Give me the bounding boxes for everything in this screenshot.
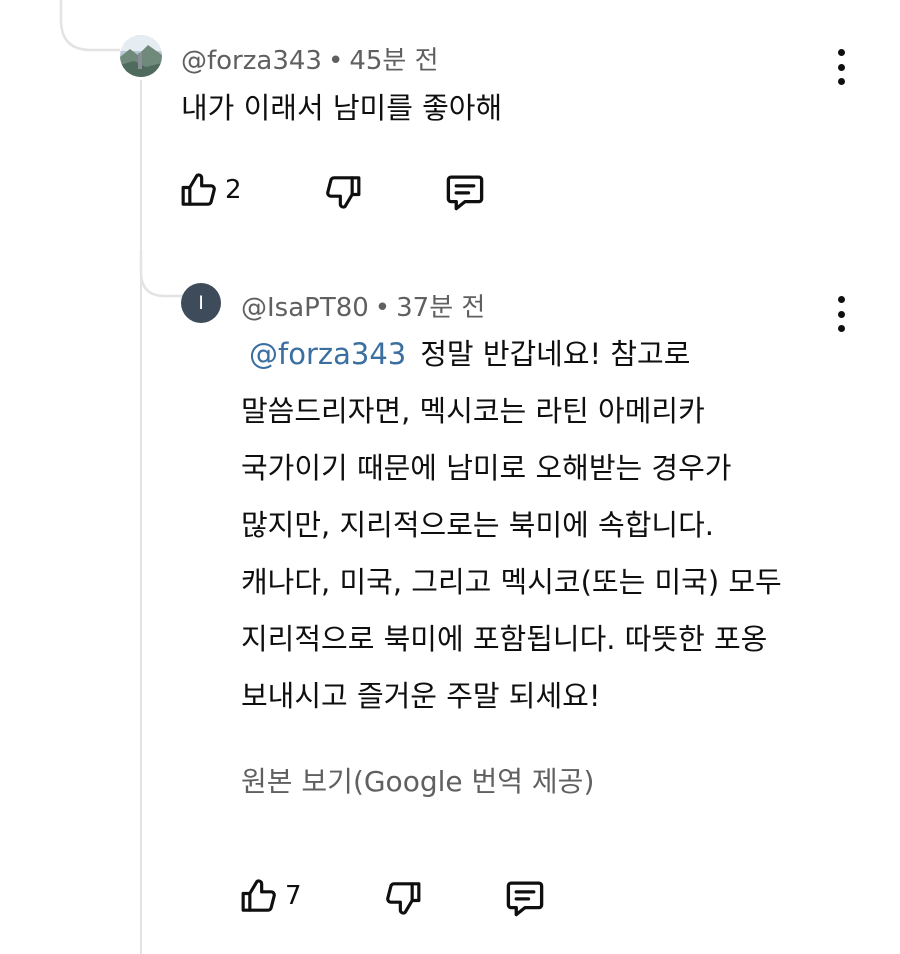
reply-line: 지리적으로 북미에 포함됩니다. 따뜻한 포옹 [241,622,768,656]
reply-line: 국가이기 때문에 남미로 오해받는 경우가 [241,451,732,485]
meta-separator: • [327,46,344,76]
thumbs-up-icon [241,879,276,912]
comment-author[interactable]: @forza343 [181,46,322,76]
reply-dislike-button[interactable] [383,878,423,918]
thumbs-up-icon [181,173,216,206]
dislike-button[interactable] [323,172,363,212]
thread-curve-top [59,0,120,52]
reply-line: 보내시고 즐거운 주말 되세요! [241,679,601,713]
comment-time[interactable]: 45분 전 [349,46,438,76]
thread-line-main [140,80,142,954]
reply-author[interactable]: @IsaPT80 [241,293,369,323]
thumbs-down-icon [386,882,421,915]
kebab-dot [837,49,845,56]
like-count: 2 [225,175,242,205]
thumbs-down-icon [326,176,361,209]
kebab-dot [837,78,845,85]
reply-line: 말씀드리자면, 멕시코는 라틴 아메리카 [241,394,705,428]
reply-line: 캐나다, 미국, 그리고 멕시코(또는 미국) 모두 [241,565,782,599]
reply-like-button[interactable]: 7 [239,876,302,916]
avatar[interactable] [120,35,162,77]
comment-meta: @forza343 • 45분 전 [181,40,439,77]
reply-meta: @IsaPT80 • 37분 전 [241,287,485,324]
comment-icon [506,881,544,917]
comment-text: 내가 이래서 남미를 좋아해 [181,91,503,125]
landscape-photo-avatar-icon [120,35,162,77]
comment-icon [446,175,484,211]
reply-reply-button[interactable] [504,877,546,919]
mention-link[interactable]: @forza343 [249,337,406,371]
kebab-dot [837,310,845,318]
meta-separator: • [374,293,391,323]
reply-line: @forza343 정말 반갑네요! 참고로 [241,326,841,383]
reply-line-text: 정말 반갑네요! 참고로 [420,337,691,371]
avatar-letter: I [198,292,204,314]
reply-time[interactable]: 37분 전 [396,293,485,323]
like-count: 7 [285,881,302,911]
like-button[interactable]: 2 [179,170,242,210]
reply-text: @forza343 정말 반갑네요! 참고로 말씀드리자면, 멕시코는 라틴 아메… [241,326,841,725]
kebab-dot [837,63,845,71]
reply-button[interactable] [444,171,486,213]
more-options-button[interactable] [826,45,856,89]
thread-curve-reply [139,250,183,298]
see-original-link[interactable]: 원본 보기(Google 번역 제공) [241,760,594,800]
reply-line: 많지만, 지리적으로는 북미에 속합니다. [241,508,714,542]
reply-avatar[interactable]: I [181,283,221,323]
kebab-dot [837,296,845,303]
